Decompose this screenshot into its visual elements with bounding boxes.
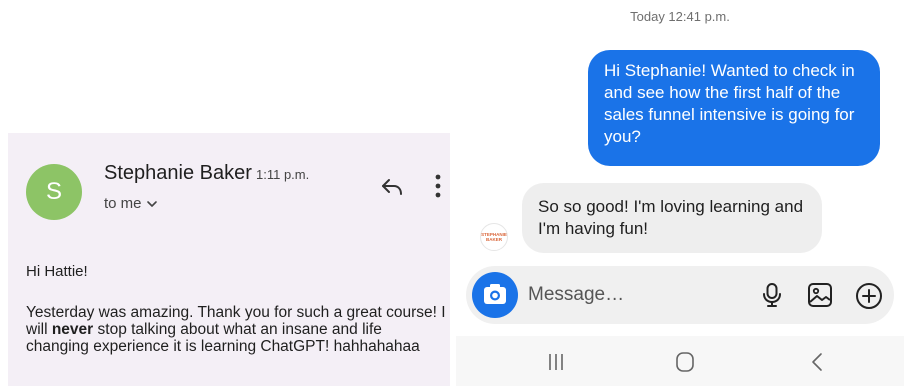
recipient-label: to me	[104, 195, 142, 212]
chevron-down-icon	[146, 200, 157, 207]
email-body-emphasis: never	[51, 321, 94, 338]
message-input[interactable]	[528, 280, 728, 310]
chat-timestamp: Today 12:41 p.m.	[630, 9, 730, 24]
reply-icon[interactable]	[380, 175, 404, 199]
microphone-icon[interactable]	[758, 281, 786, 309]
chat-panel: Today 12:41 p.m. Hi Stephanie! Wanted to…	[456, 0, 904, 386]
contact-avatar[interactable]: STEPHANIE BAKER	[480, 223, 508, 251]
gallery-icon[interactable]	[806, 281, 834, 309]
sender-avatar[interactable]: S	[26, 164, 82, 220]
email-greeting: Hi Hattie!	[26, 263, 88, 280]
system-nav-bar	[456, 336, 904, 386]
email-panel: S Stephanie Baker 1:11 p.m. to me Hi Hat…	[8, 133, 450, 386]
message-composer	[466, 266, 894, 324]
home-icon[interactable]	[674, 351, 696, 373]
recents-icon[interactable]	[546, 352, 566, 372]
email-time: 1:11 p.m.	[256, 167, 310, 182]
more-vert-icon[interactable]	[434, 173, 442, 199]
camera-icon	[484, 284, 506, 304]
recipient-toggle[interactable]: to me	[104, 195, 158, 212]
back-icon[interactable]	[810, 352, 824, 372]
email-body: Yesterday was amazing. Thank you for suc…	[26, 304, 446, 355]
add-circle-icon[interactable]	[854, 281, 884, 311]
outgoing-message-bubble[interactable]: Hi Stephanie! Wanted to check in and see…	[588, 50, 880, 166]
sender-name: Stephanie Baker	[104, 162, 252, 184]
incoming-message-bubble[interactable]: So so good! I'm loving learning and I'm …	[522, 183, 822, 253]
camera-button[interactable]	[472, 272, 518, 318]
